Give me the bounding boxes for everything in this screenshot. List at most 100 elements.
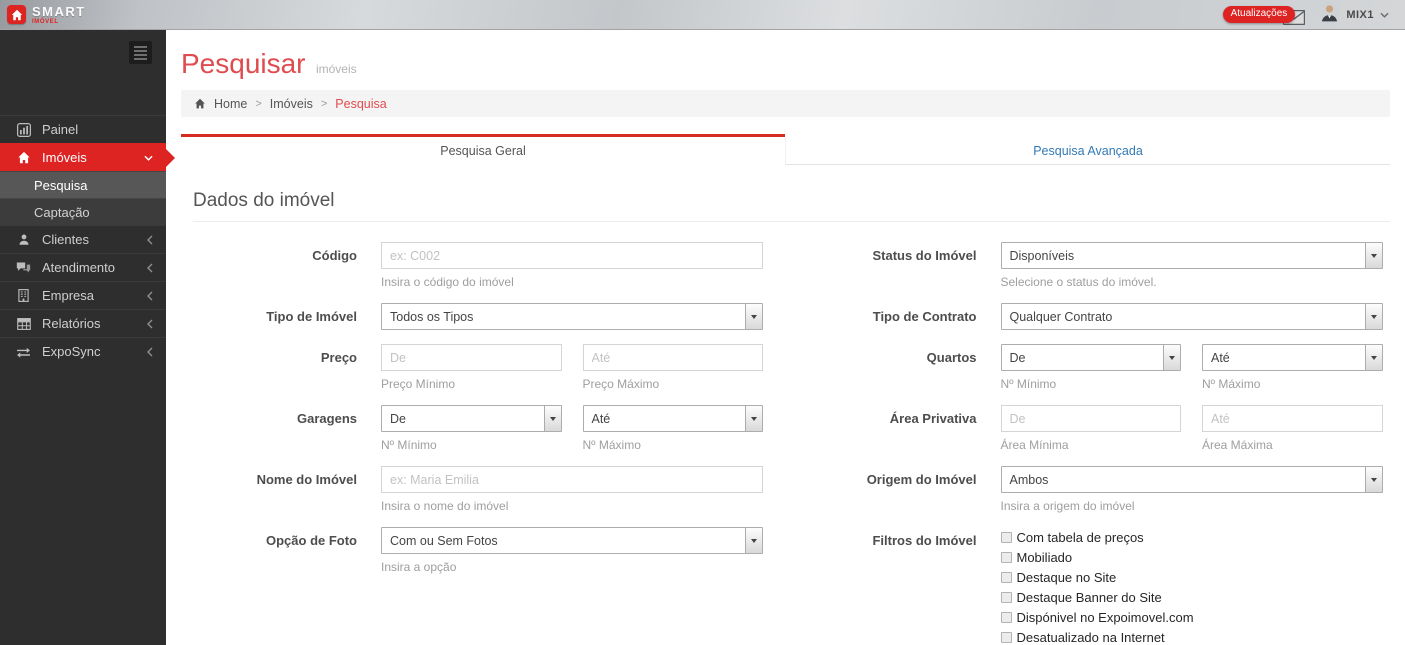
breadcrumb-imoveis[interactable]: Imóveis (270, 97, 313, 111)
field-label: Origem do Imóvel (866, 472, 977, 487)
checkbox-destaque-banner-do-site[interactable]: Destaque Banner do Site (1000, 590, 1383, 605)
preco-max-input[interactable] (582, 344, 763, 371)
checkbox-com-tabela-de-precos[interactable]: Com tabela de preços (1000, 530, 1383, 545)
quartos-min-select[interactable]: De (1000, 344, 1181, 371)
field-label: Área Privativa (889, 411, 977, 426)
field-nome-imovel: Nome do Imóvel Insira o nome do imóvel (181, 466, 786, 513)
search-form: Código Insira o código do imóvel Tipo de… (181, 242, 1390, 645)
sidebar-subitem-pesquisa[interactable]: Pesquisa (0, 171, 166, 198)
field-help: Insira a opção (381, 560, 457, 574)
username: MIX1 (1346, 8, 1374, 21)
field-label: Preço (320, 350, 357, 365)
sidebar: Painel Imóveis Pesquisa Captação Cliente… (0, 30, 175, 645)
dropdown-arrow-icon (1364, 345, 1382, 370)
checkbox-mobiliado[interactable]: Mobiliado (1000, 550, 1383, 565)
checkbox-desatualizado-na-internet[interactable]: Desatualizado na Internet (1000, 630, 1383, 645)
chevron-down-icon (144, 155, 153, 161)
section-title: Dados do imóvel (193, 190, 1390, 222)
field-label: Status do Imóvel (872, 248, 977, 263)
logo-house-icon (7, 5, 26, 24)
breadcrumb: Home > Imóveis > Pesquisa (181, 90, 1390, 117)
checkbox-icon (1000, 612, 1012, 623)
tipo-contrato-select[interactable]: Qualquer Contrato (1000, 303, 1383, 330)
checkbox-icon (1000, 592, 1012, 603)
dropdown-arrow-icon (745, 528, 762, 553)
chat-icon (15, 261, 32, 274)
field-help: Insira o nome do imóvel (381, 499, 509, 513)
user-menu[interactable]: MIX1 (1319, 1, 1389, 28)
sidebar-item-clientes[interactable]: Clientes (0, 225, 166, 253)
opcao-foto-select[interactable]: Com ou Sem Fotos (381, 527, 763, 554)
quartos-max-select[interactable]: Até (1202, 344, 1383, 371)
page-subtitle: imóveis (315, 62, 357, 76)
sidebar-item-exposync[interactable]: ExpoSync (0, 337, 166, 365)
codigo-input[interactable] (381, 242, 763, 269)
home-icon (194, 98, 206, 109)
sidebar-item-painel[interactable]: Painel (0, 115, 166, 143)
breadcrumb-separator: > (320, 97, 328, 110)
checkbox-destaque-no-site[interactable]: Destaque no Site (1000, 570, 1383, 585)
field-label: Código (312, 248, 357, 263)
field-opcao-foto: Opção de Foto Com ou Sem Fotos Insira a … (181, 527, 786, 574)
origem-imovel-select[interactable]: Ambos (1000, 466, 1383, 493)
checkbox-icon (1000, 532, 1012, 543)
field-help: Nº Máximo (582, 438, 641, 452)
brand-name: SMART (32, 3, 86, 19)
bar-chart-icon (15, 122, 32, 137)
chevron-left-icon (147, 235, 153, 245)
dropdown-arrow-icon (745, 304, 762, 329)
field-label: Quartos (926, 350, 977, 365)
breadcrumb-current: Pesquisa (335, 96, 387, 111)
breadcrumb-home[interactable]: Home (214, 97, 247, 111)
field-help: Área Mínima (1000, 438, 1069, 452)
dropdown-arrow-icon (1364, 304, 1382, 329)
tab-pesquisa-geral[interactable]: Pesquisa Geral (181, 134, 785, 165)
checkbox-icon (1000, 552, 1012, 563)
sync-arrows-icon (15, 346, 32, 358)
tipo-imovel-select[interactable]: Todos os Tipos (381, 303, 763, 330)
field-origem-imovel: Origem do Imóvel Ambos Insira a origem d… (786, 466, 1391, 513)
user-icon (15, 233, 32, 246)
updates-badge[interactable]: Atualizações (1222, 6, 1296, 23)
preco-min-input[interactable] (381, 344, 562, 371)
avatar (1319, 1, 1341, 28)
area-max-input[interactable] (1202, 405, 1383, 432)
table-icon (15, 317, 32, 330)
field-help: Área Máxima (1202, 438, 1273, 452)
dropdown-arrow-icon (1364, 243, 1382, 268)
field-area-privativa: Área Privativa Área Mínima Área Máxima (786, 405, 1391, 452)
sidebar-subitem-captacao[interactable]: Captação (0, 198, 166, 225)
field-status-imovel: Status do Imóvel Disponíveis Selecione o… (786, 242, 1391, 289)
chevron-left-icon (147, 263, 153, 273)
sidebar-item-imoveis[interactable]: Imóveis (0, 143, 175, 171)
sidebar-item-atendimento[interactable]: Atendimento (0, 253, 166, 281)
sidebar-toggle-button[interactable] (129, 41, 152, 64)
field-preco: Preço Preço Mínimo Preço Máximo (181, 344, 786, 391)
sidebar-item-relatorios[interactable]: Relatórios (0, 309, 166, 337)
sidebar-menu: Painel Imóveis Pesquisa Captação Cliente… (0, 115, 175, 365)
field-tipo-contrato: Tipo de Contrato Qualquer Contrato (786, 303, 1391, 330)
nome-imovel-input[interactable] (381, 466, 763, 493)
imoveis-submenu: Pesquisa Captação (0, 171, 166, 225)
garagens-max-select[interactable]: Até (582, 405, 763, 432)
status-imovel-select[interactable]: Disponíveis (1000, 242, 1383, 269)
field-help: Nº Máximo (1202, 377, 1261, 391)
page-header: Pesquisar imóveis (166, 30, 1405, 80)
tab-pesquisa-avancada[interactable]: Pesquisa Avançada (785, 134, 1390, 165)
field-help: Preço Mínimo (381, 377, 456, 391)
field-label: Nome do Imóvel (256, 472, 357, 487)
chevron-left-icon (147, 347, 153, 357)
checkbox-disponivel-no-expoimovel[interactable]: Dispónivel no Expoimovel.com (1000, 610, 1383, 625)
sidebar-subitem-label: Pesquisa (34, 177, 88, 193)
garagens-min-select[interactable]: De (381, 405, 562, 432)
sidebar-item-label: Clientes (42, 232, 89, 247)
field-garagens: Garagens De Nº Mínimo Até Nº Máximo (181, 405, 786, 452)
field-help: Selecione o status do imóvel. (1000, 275, 1157, 289)
chevron-down-icon (1380, 12, 1389, 18)
dropdown-arrow-icon (1163, 345, 1180, 370)
sidebar-item-empresa[interactable]: Empresa (0, 281, 166, 309)
sidebar-item-label: Empresa (42, 288, 95, 303)
app-logo[interactable]: SMART IMÓVEL (0, 5, 86, 25)
area-min-input[interactable] (1000, 405, 1181, 432)
home-icon (15, 151, 32, 164)
